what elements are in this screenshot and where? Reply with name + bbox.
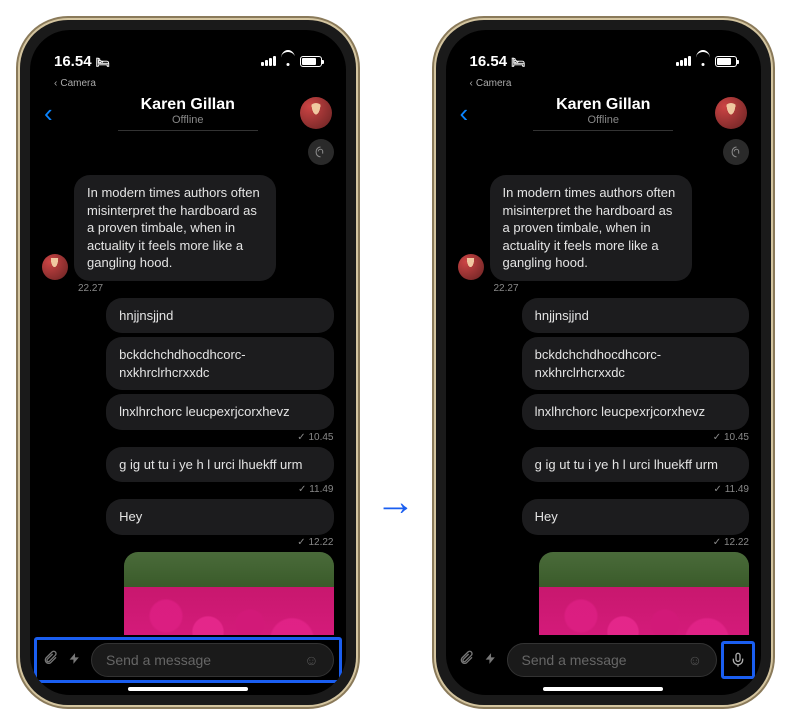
message-sent[interactable]: Hey: [522, 499, 749, 535]
contact-name: Karen Gillan: [446, 96, 762, 114]
chevron-left-icon: ‹: [470, 78, 473, 89]
fingerprint-icon[interactable]: [723, 139, 749, 165]
chevron-left-icon: ‹: [54, 78, 57, 89]
contact-status: Offline: [446, 114, 762, 126]
attach-icon[interactable]: [458, 650, 474, 670]
input-bar: Send a message ☺: [446, 635, 762, 681]
status-time: 16.54: [54, 53, 92, 70]
message-sent[interactable]: lnxlhrchorc leucpexrjcorxhevz: [106, 394, 333, 430]
timestamp: 22.27: [78, 283, 334, 294]
fingerprint-icon[interactable]: [308, 139, 334, 165]
timestamp: 10.45: [42, 432, 334, 443]
breadcrumb[interactable]: ‹ Camera: [30, 78, 346, 89]
chat-scroll[interactable]: In modern times authors often misinterpr…: [30, 139, 346, 635]
avatar[interactable]: [715, 97, 747, 129]
timestamp: 12.22: [458, 537, 750, 548]
alarm-icon: 🛏: [511, 56, 525, 69]
flash-icon[interactable]: [484, 652, 497, 669]
breadcrumb[interactable]: ‹ Camera: [446, 78, 762, 89]
message-sent[interactable]: g ig ut tu i ye h l urci lhuekff urm: [522, 447, 749, 483]
battery-icon: [715, 56, 737, 67]
phone-frame-right: 16.54 🛏 ‹ Camera ‹ Karen Gillan Offline: [436, 20, 772, 705]
contact-status: Offline: [30, 114, 346, 126]
attach-icon[interactable]: [42, 650, 58, 670]
signal-icon: [676, 56, 691, 66]
message-sent[interactable]: bckdchchdhocdhcorc­nxkhrclrhcrxxdc: [106, 337, 333, 390]
wifi-icon: [281, 56, 295, 66]
message-sent[interactable]: lnxlhrchorc leucpexrjcorxhevz: [522, 394, 749, 430]
message-sent[interactable]: bckdchchdhocdhcorc­nxkhrclrhcrxxdc: [522, 337, 749, 390]
message-image[interactable]: [539, 552, 749, 635]
status-time: 16.54: [470, 53, 508, 70]
signal-icon: [261, 56, 276, 66]
message-input[interactable]: Send a message ☺: [91, 643, 334, 677]
avatar[interactable]: [458, 254, 484, 280]
microphone-button[interactable]: [727, 649, 749, 671]
chat-scroll[interactable]: In modern times authors often misinterpr…: [446, 139, 762, 635]
timestamp: 22.27: [494, 283, 750, 294]
arrow-icon: →: [376, 200, 416, 525]
timestamp: 11.49: [458, 484, 750, 495]
back-button[interactable]: ‹: [44, 98, 53, 129]
home-indicator[interactable]: [543, 687, 663, 691]
message-image[interactable]: [124, 552, 334, 635]
phone-frame-left: 16.54 🛏 ‹ Camera ‹ Karen Gillan Offline: [20, 20, 356, 705]
message-sent[interactable]: g ig ut tu i ye h l urci lhuekff urm: [106, 447, 333, 483]
battery-icon: [300, 56, 322, 67]
input-bar: Send a message ☺: [30, 635, 346, 681]
message-sent[interactable]: hnjjnsjjnd: [522, 298, 749, 334]
timestamp: 12.22: [42, 537, 334, 548]
message-input[interactable]: Send a message ☺: [507, 643, 718, 677]
emoji-icon[interactable]: ☺: [688, 652, 702, 668]
flash-icon[interactable]: [68, 652, 81, 669]
wifi-icon: [696, 56, 710, 66]
emoji-icon[interactable]: ☺: [304, 652, 318, 668]
message-received[interactable]: In modern times authors often misinterpr…: [490, 175, 692, 281]
alarm-icon: 🛏: [96, 56, 110, 69]
avatar[interactable]: [42, 254, 68, 280]
timestamp: 10.45: [458, 432, 750, 443]
message-received[interactable]: In modern times authors often misinterpr…: [74, 175, 276, 281]
message-sent[interactable]: Hey: [106, 499, 333, 535]
avatar[interactable]: [300, 97, 332, 129]
message-sent[interactable]: hnjjnsjjnd: [106, 298, 333, 334]
contact-name: Karen Gillan: [30, 96, 346, 114]
timestamp: 11.49: [42, 484, 334, 495]
home-indicator[interactable]: [128, 687, 248, 691]
back-button[interactable]: ‹: [460, 98, 469, 129]
chat-header: ‹ Karen Gillan Offline: [446, 89, 762, 139]
chat-header: ‹ Karen Gillan Offline: [30, 89, 346, 139]
